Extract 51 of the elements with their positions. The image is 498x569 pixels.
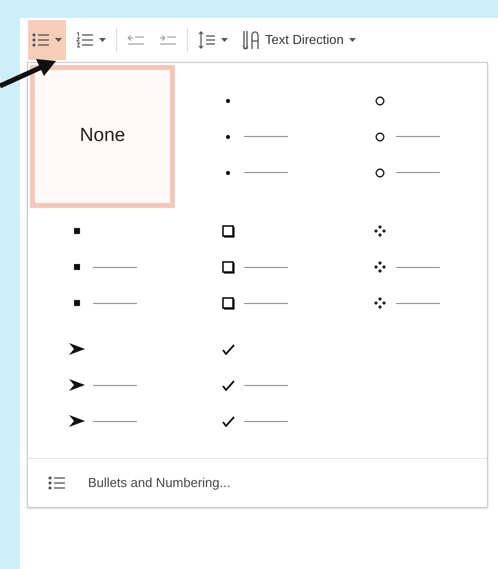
circle-bullet-icon bbox=[374, 96, 385, 106]
text-direction-button[interactable]: Text Direction bbox=[238, 20, 360, 60]
decrease-indent-icon bbox=[127, 33, 145, 47]
diamond-bullet-icon bbox=[374, 261, 386, 273]
check-bullet-icon bbox=[222, 344, 235, 354]
dot-bullet-icon bbox=[225, 170, 232, 176]
numbered-list-icon bbox=[76, 32, 94, 48]
caret-icon bbox=[221, 38, 228, 42]
dot-bullet-icon bbox=[225, 134, 232, 140]
line-placeholder bbox=[244, 266, 288, 268]
caret-icon bbox=[55, 38, 62, 42]
square-bullet-icon bbox=[74, 228, 80, 234]
square-bullet-icon bbox=[74, 300, 80, 306]
arrow-bullet-icon bbox=[68, 343, 84, 355]
arrow-bullet-icon bbox=[68, 379, 84, 391]
square-bullet-icon bbox=[74, 264, 80, 270]
line-placeholder bbox=[92, 302, 136, 304]
hollow-square-bullet-icon bbox=[222, 260, 235, 274]
check-bullet-icon bbox=[222, 416, 235, 426]
line-placeholder bbox=[92, 384, 136, 386]
line-placeholder bbox=[92, 420, 136, 422]
diamond-bullet-icon bbox=[374, 225, 386, 237]
line-placeholder bbox=[396, 266, 440, 268]
hollow-square-bullet-icon bbox=[222, 296, 235, 310]
line-placeholder bbox=[244, 136, 288, 137]
dot-bullet-icon bbox=[225, 98, 232, 104]
line-placeholder bbox=[244, 302, 288, 304]
hollow-square-bullet-icon bbox=[222, 224, 235, 238]
bullets-button[interactable] bbox=[28, 20, 66, 60]
line-placeholder bbox=[92, 266, 136, 268]
line-placeholder bbox=[396, 136, 440, 137]
line-spacing-icon bbox=[198, 31, 216, 49]
diamond-bullet-icon bbox=[374, 297, 386, 309]
caret-icon bbox=[99, 38, 106, 42]
line-placeholder bbox=[396, 172, 440, 173]
bullet-list-icon bbox=[48, 475, 66, 491]
line-placeholder bbox=[396, 302, 440, 304]
circle-bullet-icon bbox=[374, 132, 385, 142]
text-direction-icon bbox=[242, 29, 260, 51]
line-placeholder bbox=[244, 420, 288, 422]
bullet-list-icon bbox=[32, 32, 50, 48]
pointer-arrow bbox=[0, 58, 58, 88]
caret-icon bbox=[348, 38, 356, 42]
check-bullet-icon bbox=[222, 380, 235, 390]
bullets-and-numbering-menu-item[interactable]: Bullets and Numbering... bbox=[28, 459, 487, 507]
circle-bullet-icon bbox=[374, 168, 385, 178]
increase-indent-icon bbox=[159, 33, 177, 47]
none-option[interactable]: None bbox=[30, 65, 175, 208]
line-placeholder bbox=[244, 384, 288, 386]
line-placeholder bbox=[244, 172, 288, 173]
arrow-bullet-icon bbox=[68, 415, 84, 427]
